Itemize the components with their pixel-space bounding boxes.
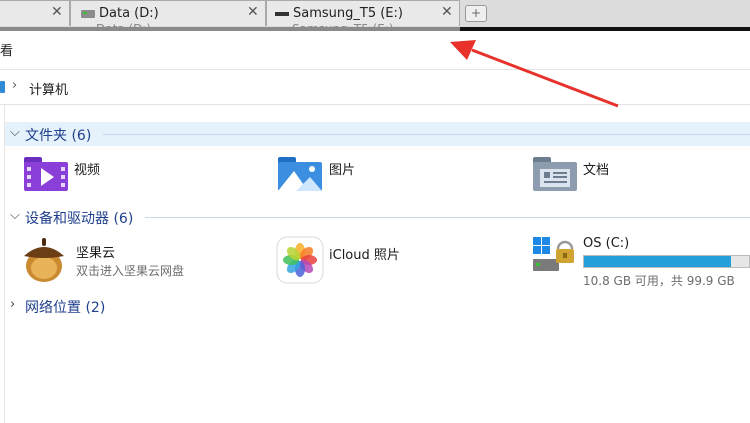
chevron-right-icon[interactable]: ›: [10, 297, 15, 312]
tab-strip: ✕ Data (D:) ✕ Samsung_T5 (E:) ✕ + Data (…: [0, 0, 750, 36]
usb-drive-icon: [275, 12, 289, 16]
device-name: 坚果云: [76, 246, 116, 261]
divider: [145, 217, 750, 218]
device-name: iCloud 照片: [329, 248, 400, 263]
group-title: 文件夹 (6): [25, 128, 92, 144]
group-header-network[interactable]: › 网络位置 (2): [5, 294, 750, 318]
close-icon[interactable]: ✕: [441, 4, 453, 20]
drive-usage-fill: [584, 256, 731, 267]
documents-folder-icon: [533, 157, 577, 191]
icloud-photos-icon: [276, 236, 324, 284]
breadcrumb-chevron-icon[interactable]: ›: [12, 78, 17, 93]
folder-name: 文档: [583, 163, 610, 178]
computer-icon: [0, 81, 5, 93]
view-menu-fragment[interactable]: 看: [0, 40, 13, 59]
folder-item-pictures[interactable]: 图片: [276, 155, 516, 195]
divider: [103, 134, 750, 135]
chevron-down-icon[interactable]: ⌵: [10, 208, 20, 223]
drive-icon: [81, 10, 95, 18]
windows-drive-icon: [533, 237, 574, 271]
tab-label: Samsung_T5 (E:): [293, 6, 403, 21]
jianguoyun-acorn-icon: [24, 238, 64, 282]
drive-usage-bar: [583, 255, 750, 268]
group-title: 网络位置 (2): [25, 300, 106, 316]
close-icon[interactable]: ✕: [247, 4, 259, 20]
address-bar[interactable]: › 计算机: [0, 70, 750, 105]
tab-label: Data (D:): [99, 6, 159, 21]
breadcrumb[interactable]: 计算机: [29, 79, 68, 98]
folder-name: 图片: [329, 163, 356, 178]
device-item-icloud-photos[interactable]: iCloud 照片: [276, 236, 516, 286]
divider: [4, 105, 5, 423]
tab-previous[interactable]: ✕: [0, 0, 70, 26]
device-description: 双击进入坚果云网盘: [76, 264, 185, 278]
pictures-folder-icon: [278, 157, 322, 191]
toolbar: 看: [0, 31, 750, 70]
folder-item-documents[interactable]: 文档: [531, 155, 750, 195]
videos-folder-icon: [24, 157, 68, 191]
close-icon[interactable]: ✕: [51, 4, 63, 20]
device-item-jianguoyun[interactable]: 坚果云 双击进入坚果云网盘: [20, 236, 265, 284]
folder-name: 视频: [74, 163, 101, 178]
new-tab-button[interactable]: +: [465, 5, 487, 22]
drive-free-space: 10.8 GB 可用，共 99.9 GB: [583, 274, 735, 288]
chevron-down-icon[interactable]: ⌵: [10, 125, 20, 140]
group-title: 设备和驱动器 (6): [25, 211, 134, 227]
group-header-devices[interactable]: ⌵ 设备和驱动器 (6): [5, 205, 750, 229]
group-header-folders[interactable]: ⌵ 文件夹 (6): [5, 122, 750, 146]
drive-name: OS (C:): [583, 236, 630, 251]
folder-item-videos[interactable]: 视频: [22, 155, 262, 195]
